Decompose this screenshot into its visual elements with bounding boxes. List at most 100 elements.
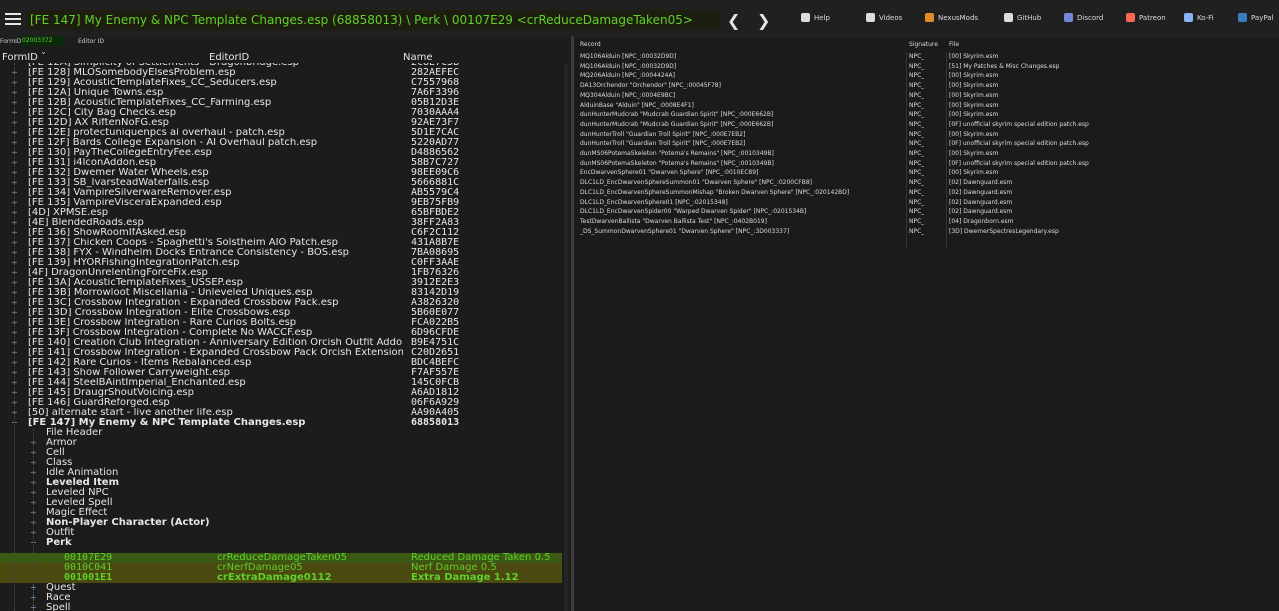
tree-row-plugin[interactable]: + [FE 128] MLOSomebodyElsesProblem.esp 282… <box>0 68 568 78</box>
tree-group-race[interactable]: + Race <box>0 593 568 603</box>
github-link[interactable]: GitHub <box>1004 13 1041 22</box>
tree-row-plugin[interactable]: + [FE 146] GuardReforged.esp 06F6A929 <box>0 398 568 408</box>
reference-row[interactable]: _DS_SummonDwarvenSphere01 "Dwarven Spher… <box>574 227 1279 237</box>
path-box[interactable]: [FE 147] My Enemy & NPC Template Changes… <box>26 10 720 30</box>
formid-filter-label: FormID <box>0 38 22 45</box>
reference-row[interactable]: MQ106Alduin [NPC_:00032D9D] NPC_ [51] My P… <box>574 62 1279 72</box>
reference-row[interactable]: dunHunterMudcrab "Mudcrab Guardian Spiri… <box>574 120 1279 130</box>
tree-row-plugin[interactable]: + [FE 138] FYX - Windhelm Docks Entrance … <box>0 248 568 258</box>
column-record[interactable]: Record <box>580 41 601 48</box>
tree-row-plugin[interactable]: + [FE 13F] Crossbow Integration - Complet… <box>0 328 568 338</box>
tree-group-quest[interactable]: + Quest <box>0 583 568 593</box>
column-editorid[interactable]: EditorID <box>209 52 249 63</box>
tree-row-plugin[interactable]: + [FE 12D] AX RiftenNoFG.esp 92AE73F7 <box>0 118 568 128</box>
paypal-link[interactable]: PayPal <box>1238 13 1273 22</box>
tree-row-plugin[interactable]: + [FE 133] SB_IvarsteadWaterfalls.esp 5666… <box>0 178 568 188</box>
reference-row[interactable]: MQ304Alduin [NPC_:0004E9BC] NPC_ [00] Skyr… <box>574 91 1279 101</box>
tree-row-plugin[interactable]: + [FE 12E] protectuniquenpcs ai overhaul … <box>0 128 568 138</box>
tree-row-plugin[interactable]: + [FE 12F] Bards College Expansion - AI O… <box>0 138 568 148</box>
reference-row[interactable]: AlduinBase "Alduin" [NPC_:0008E4F1] NPC_ [… <box>574 101 1279 111</box>
plugin-name: [FE 141] Crossbow Integration - Expanded… <box>28 348 403 358</box>
plugin-formid: 68858013 <box>411 417 460 428</box>
tree-row-plugin[interactable]: + [FE 13D] Crossbow Integration - Elite C… <box>0 308 568 318</box>
reference-row[interactable]: DLC1LD_EncDwarvenSphere01 [NPC_:02015348… <box>574 198 1279 208</box>
reference-row[interactable]: dunMS06PotemaSkeleton "Potema's Remains"… <box>574 149 1279 159</box>
tree-row-plugin[interactable]: + [FE 144] SteelBAintImperial_Enchanted.e… <box>0 378 568 388</box>
tree-row-plugin[interactable]: + [FE 13A] AcousticTemplateFixes_USSEP.es… <box>0 278 568 288</box>
tree-row-plugin[interactable]: + [FE 132] Dwemer Water Wheels.esp 98EE09C… <box>0 168 568 178</box>
tree-row-plugin[interactable]: + [4D] XPMSE.esp 65BFBDE2 <box>0 208 568 218</box>
plugin-name: [FE 136] ShowRoomIfAsked.esp <box>28 228 187 238</box>
reference-row[interactable]: DLC1LD_EncDwarvenSphereSummon01 "Dwarven… <box>574 178 1279 188</box>
plugin-name: [FE 12C] City Bag Checks.esp <box>28 108 177 118</box>
tree-group-cell[interactable]: + Cell <box>0 448 568 458</box>
tree-row-plugin[interactable]: + [FE 13C] Crossbow Integration - Expande… <box>0 298 568 308</box>
column-file[interactable]: File <box>949 41 959 48</box>
reference-row[interactable]: dunHunterTroll "Guardian Troll Spirit" [… <box>574 130 1279 140</box>
plugin-name: [FE 128] MLOSomebodyElsesProblem.esp <box>28 68 236 78</box>
perk-record-row[interactable]: 001001E1 crExtraDamage0112 Extra Damage 1.… <box>0 573 562 583</box>
ref-record: DLC1LD_EncDwarvenSphereSummon01 "Dwarven… <box>580 179 813 187</box>
column-signature[interactable]: Signature <box>909 41 938 48</box>
tree-row-plugin[interactable]: + [4F] DragonUnrelentingForceFix.esp 1FB76… <box>0 268 568 278</box>
tree-group-perk[interactable]: − Perk <box>0 538 568 548</box>
tree-row-plugin[interactable]: + [FE 12C] City Bag Checks.esp 7030AAA4 <box>0 108 568 118</box>
reference-row[interactable]: MQ106Alduin [NPC_:00032D9D] NPC_ [00] Skyr… <box>574 52 1279 62</box>
tree-row-plugin[interactable]: + [FE 139] HYORFishingIntegrationPatch.es… <box>0 258 568 268</box>
videos-link[interactable]: Videos <box>866 13 902 22</box>
kofi-icon <box>1184 13 1193 22</box>
tree-row-plugin[interactable]: + [FE 12B] AcousticTemplateFixes_CC_Farmi… <box>0 98 568 108</box>
tree-row-plugin[interactable]: + [FE 141] Crossbow Integration - Expande… <box>0 348 568 358</box>
tree-row-plugin[interactable]: + [FE 140] Creation Club Integration - An… <box>0 338 568 348</box>
ref-signature: NPC_ <box>909 227 925 235</box>
tree-guide-line <box>33 428 34 611</box>
help-link[interactable]: Help <box>801 13 830 22</box>
reference-row[interactable]: TestDwarvenBallista "Dwarven Ballista Te… <box>574 217 1279 227</box>
tree-group-non-player-character-actor-[interactable]: + Non-Player Character (Actor) <box>0 518 568 528</box>
reference-row[interactable]: MQ206Alduin [NPC_:0004424A] NPC_ [00] Skyr… <box>574 71 1279 81</box>
tree-group-spell[interactable]: + Spell <box>0 603 568 611</box>
reference-row[interactable]: EncDwarvenSphere01 "Dwarven Sphere" [NPC… <box>574 168 1279 178</box>
tree-group-armor[interactable]: + Armor <box>0 438 568 448</box>
plugin-name: [FE 137] Chicken Coops - Spaghetti's Sol… <box>28 238 338 248</box>
tree-row-plugin[interactable]: + [FE 137] Chicken Coops - Spaghetti's So… <box>0 238 568 248</box>
menu-icon[interactable] <box>5 13 21 25</box>
nexusmods-link[interactable]: NexusMods <box>925 13 978 22</box>
tree-row-plugin[interactable]: + [FE 130] PayTheCollegeEntryFee.esp D4886… <box>0 148 568 158</box>
tree-row-plugin[interactable]: + [FE 129] AcousticTemplateFixes_CC_Seduc… <box>0 78 568 88</box>
reference-row[interactable]: dunMS06PotemaSkeleton "Potema's Remains"… <box>574 159 1279 169</box>
tree-row-plugin[interactable]: + [FE 134] VampireSilverwareRemover.esp AB… <box>0 188 568 198</box>
tree-row-plugin[interactable]: + [FE 13E] Crossbow Integration - Rare Cu… <box>0 318 568 328</box>
record-tree[interactable]: +[FE 12A] Simplicity of Settlements - Dr… <box>0 63 568 611</box>
tree-row-plugin[interactable]: + [FE 142] Rare Curios - Items Rebalanced… <box>0 358 568 368</box>
ref-signature: NPC_ <box>909 82 925 90</box>
tree-row-plugin[interactable]: + [4E] BlendedRoads.esp 38FF2A83 <box>0 218 568 228</box>
tree-group-outfit[interactable]: + Outfit <box>0 528 568 538</box>
discord-link[interactable]: Discord <box>1064 13 1103 22</box>
column-formid[interactable]: FormID ˇ <box>2 52 46 63</box>
reference-row[interactable]: DLC1LD_EncDwarvenSpider00 "Warped Dwarve… <box>574 207 1279 217</box>
plugin-name: [FE 13C] Crossbow Integration - Expanded… <box>28 298 339 308</box>
tree-row-plugin[interactable]: + [FE 12A] Unique Towns.esp 7A6F3396 <box>0 88 568 98</box>
tree-row-plugin[interactable]: + [FE 143] Show Follower Carryweight.esp F… <box>0 368 568 378</box>
tree-row-plugin[interactable]: + [FE 131] i4IconAddon.esp 58B7C727 <box>0 158 568 168</box>
reference-row[interactable]: dunHunterMudcrab "Mudcrab Guardian Spiri… <box>574 110 1279 120</box>
forward-button[interactable]: ❯ <box>757 11 770 30</box>
tree-row-plugin[interactable]: + [FE 145] DraugrShoutVoicing.esp A6AD1812 <box>0 388 568 398</box>
formid-filter-input[interactable]: 02003372 <box>21 36 65 46</box>
tree-scrollbar[interactable] <box>564 64 568 611</box>
reference-row[interactable]: DA13Orchendor "Orchendor" [NPC_:00045F78… <box>574 81 1279 91</box>
tree-row-plugin[interactable]: + [50] alternate start - live another lif… <box>0 408 568 418</box>
kofi-link[interactable]: Ko-Fi <box>1184 13 1214 22</box>
back-button[interactable]: ❮ <box>727 11 740 30</box>
tree-row-plugin[interactable]: + [FE 136] ShowRoomIfAsked.esp C6F2C112 <box>0 228 568 238</box>
editorid-filter-label[interactable]: Editor ID <box>78 38 104 45</box>
reference-row[interactable]: DLC1LD_EncDwarvenSphereSummonMishap "Bro… <box>574 188 1279 198</box>
column-name[interactable]: Name <box>403 52 433 63</box>
reference-row[interactable]: dunHunterTroll "Guardian Troll Spirit" [… <box>574 139 1279 149</box>
tree-row-plugin[interactable]: + [FE 135] VampireVisceraExpanded.esp 9EB7… <box>0 198 568 208</box>
tree-row-plugin[interactable]: + [FE 13B] Morrowloot Miscellania - Unlev… <box>0 288 568 298</box>
patreon-link[interactable]: Patreon <box>1126 13 1166 22</box>
plugin-name: [FE 129] AcousticTemplateFixes_CC_Seduce… <box>28 78 277 88</box>
tree-group-file-header[interactable]: File Header <box>0 428 568 438</box>
